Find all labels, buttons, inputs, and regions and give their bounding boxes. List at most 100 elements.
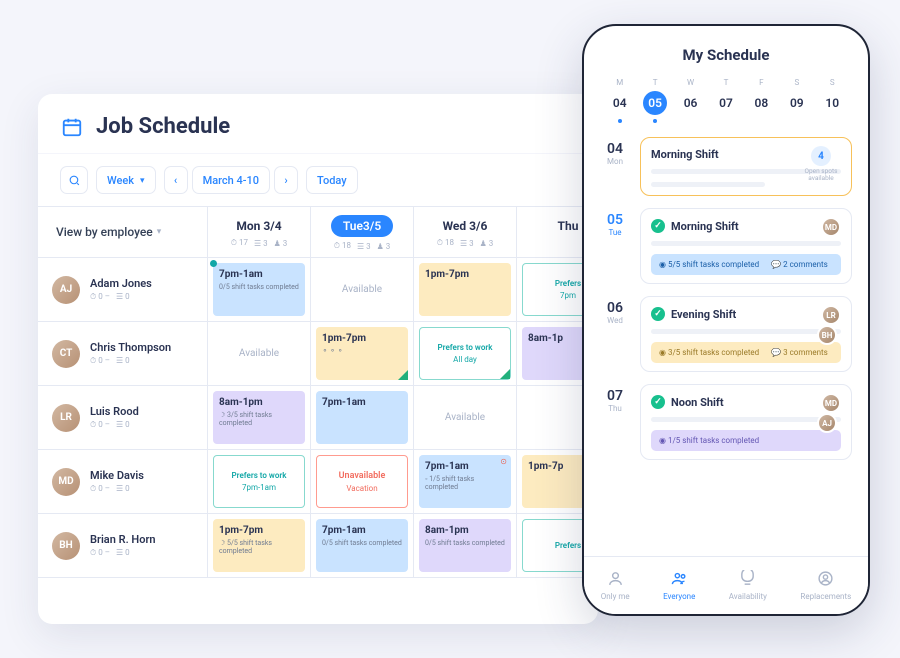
employee-row-header[interactable]: BH Brian R. Horn ⏱ 0 –☰ 0 — [38, 514, 208, 578]
shift-block[interactable]: 1pm-7pm ☽ 5/5 shift tasks completed — [213, 519, 305, 572]
range-mode-select[interactable]: Week ▾ — [96, 166, 156, 194]
toolbar: Week ▾ ‹ March 4-10 › Today — [38, 154, 598, 206]
shift-time: 7pm-1am — [322, 525, 402, 536]
shift-block[interactable]: 8am-1pm 0/5 shift tasks completed — [419, 519, 511, 572]
shift-time: 1pm-7pm — [322, 333, 402, 344]
shift-tasks: 0/5 shift tasks completed — [425, 539, 505, 547]
shift-block[interactable]: 7pm-1am — [316, 391, 408, 444]
chevron-down-icon: ▾ — [140, 176, 145, 186]
employee-stats: ⏱ 0 –☰ 0 — [90, 484, 144, 494]
weekday-letter: W — [687, 78, 694, 87]
unavailable-block[interactable]: Unavailable Vacation — [316, 455, 408, 508]
page-title: Job Schedule — [96, 114, 230, 139]
schedule-cell[interactable]: Unavailable Vacation — [311, 450, 414, 514]
col-header[interactable]: Mon 3/4 ⏱ 17☰ 3♟ 3 — [208, 207, 311, 258]
nav-item-everyone[interactable]: Everyone — [663, 570, 695, 601]
available-slot[interactable]: Available — [316, 263, 408, 316]
employee-row-header[interactable]: AJ Adam Jones ⏱ 0 –☰ 0 — [38, 258, 208, 322]
placeholder-line — [651, 417, 841, 422]
nav-item-only-me[interactable]: Only me — [601, 570, 630, 601]
shift-card[interactable]: ✓ Morning Shift MD ◉ 5/5 shift tasks com… — [640, 208, 852, 284]
shift-time: 1pm-7pm — [219, 525, 299, 536]
shift-block[interactable]: 1pm-7pm — [419, 263, 511, 316]
available-slot[interactable]: Available — [419, 391, 511, 444]
schedule-cell[interactable]: 8am-1pm ☽ 3/5 shift tasks completed — [208, 386, 311, 450]
tasks-completed-label: ◉ 3/5 shift tasks completed — [659, 348, 759, 357]
schedule-cell[interactable]: 1pm-7pm ☽ 5/5 shift tasks completed — [208, 514, 311, 578]
prev-range-button[interactable]: ‹ — [164, 166, 188, 194]
shift-card[interactable]: Morning Shift 4 Open spots available — [640, 137, 852, 196]
weekday-button[interactable]: T 07 — [714, 78, 738, 123]
weekday-button[interactable]: S 09 — [785, 78, 809, 123]
shift-card[interactable]: ✓ Noon Shift MDAJ ◉ 1/5 shift tasks comp… — [640, 384, 852, 460]
schedule-cell[interactable]: 8am-1pm 0/5 shift tasks completed — [414, 514, 517, 578]
status-dot — [210, 260, 217, 267]
shift-card-title: Noon Shift — [671, 396, 724, 409]
shift-card[interactable]: ✓ Evening Shift LRBH ◉ 3/5 shift tasks c… — [640, 296, 852, 372]
range-mode-label: Week — [107, 174, 134, 187]
col-header[interactable]: Wed 3/6 ⏱ 18☰ 3♟ 3 — [414, 207, 517, 258]
avatar: MD — [821, 393, 841, 413]
avatar: LR — [821, 305, 841, 325]
avatar: AJ — [52, 276, 80, 304]
schedule-cell[interactable]: Prefers to work 7pm-1am — [208, 450, 311, 514]
avatar: BH — [817, 325, 837, 345]
schedule-cell[interactable]: ⊙ 7pm-1am ◦ 1/5 shift tasks completed — [414, 450, 517, 514]
available-slot[interactable]: Available — [213, 327, 305, 380]
shift-block[interactable]: 8am-1pm ☽ 3/5 shift tasks completed — [213, 391, 305, 444]
view-by-select[interactable]: View by employee ▾ — [38, 207, 208, 258]
schedule-cell[interactable]: 7pm-1am 0/5 shift tasks completed — [208, 258, 311, 322]
nav-item-replacements[interactable]: Replacements — [800, 570, 851, 601]
schedule-cell[interactable]: 1pm-7pm — [414, 258, 517, 322]
shift-tasks: 0/5 shift tasks completed — [219, 283, 299, 291]
weekday-button[interactable]: T 05 — [643, 78, 667, 123]
employee-row-header[interactable]: MD Mike Davis ⏱ 0 –☰ 0 — [38, 450, 208, 514]
shift-tasks: ☽ 5/5 shift tasks completed — [219, 539, 299, 555]
col-header[interactable]: Tue3/5 ⏱ 18☰ 3♟ 3 — [311, 207, 414, 258]
shift-block[interactable]: 7pm-1am 0/5 shift tasks completed — [213, 263, 305, 316]
schedule-cell[interactable]: Available — [311, 258, 414, 322]
shift-block[interactable]: 1pm-7pm ⚬ ⚬ ⚬ — [316, 327, 408, 380]
schedule-cell[interactable]: Available — [414, 386, 517, 450]
search-button[interactable] — [60, 166, 88, 194]
weekday-number: 09 — [785, 91, 809, 115]
shift-block[interactable]: ⊙ 7pm-1am ◦ 1/5 shift tasks completed — [419, 455, 511, 508]
day-list: 04 Mon Morning Shift 4 Open spots availa… — [600, 137, 852, 460]
employee-name: Chris Thompson — [90, 341, 171, 354]
nav-item-availability[interactable]: Availability — [729, 570, 767, 601]
phone-frame: My Schedule M 04 T 05 W 06 T 07 F 08 S 0… — [582, 24, 870, 616]
schedule-grid: View by employee ▾ Mon 3/4 ⏱ 17☰ 3♟ 3 Tu… — [38, 206, 598, 578]
shift-card-title: Morning Shift — [651, 148, 719, 161]
event-dot — [653, 119, 657, 123]
avatar: LR — [52, 404, 80, 432]
employee-name: Mike Davis — [90, 469, 144, 482]
event-dot — [618, 119, 622, 123]
preference-block[interactable]: Prefers to work 7pm-1am — [213, 455, 305, 508]
shift-time: 8am-1pm — [425, 525, 505, 536]
corner-flag — [398, 370, 408, 380]
only-me-icon — [607, 570, 624, 589]
range-label[interactable]: March 4-10 — [192, 166, 270, 194]
preference-block[interactable]: Prefers to work All day — [419, 327, 511, 380]
today-button[interactable]: Today — [306, 166, 358, 194]
employee-row-header[interactable]: LR Luis Rood ⏱ 0 –☰ 0 — [38, 386, 208, 450]
schedule-cell[interactable]: 7pm-1am 0/5 shift tasks completed — [311, 514, 414, 578]
weekday-button[interactable]: F 08 — [749, 78, 773, 123]
weekday-button[interactable]: S 10 — [820, 78, 844, 123]
employee-row-header[interactable]: CT Chris Thompson ⏱ 0 –☰ 0 — [38, 322, 208, 386]
weekday-button[interactable]: W 06 — [679, 78, 703, 123]
next-range-button[interactable]: › — [274, 166, 298, 194]
weekday-number: 07 — [714, 91, 738, 115]
schedule-cell[interactable]: 1pm-7pm ⚬ ⚬ ⚬ — [311, 322, 414, 386]
bottom-nav: Only me Everyone Availability Replacemen… — [584, 556, 868, 614]
schedule-cell[interactable]: 7pm-1am — [311, 386, 414, 450]
schedule-cell[interactable]: Available — [208, 322, 311, 386]
shift-block[interactable]: 7pm-1am 0/5 shift tasks completed — [316, 519, 408, 572]
schedule-cell[interactable]: Prefers to work All day — [414, 322, 517, 386]
weekday-button[interactable]: M 04 — [608, 78, 632, 123]
day-row: 06 Wed ✓ Evening Shift LRBH ◉ 3/5 shift … — [600, 296, 852, 372]
weekday-number: 06 — [679, 91, 703, 115]
assignee-avatars: MDAJ — [821, 393, 841, 433]
shift-time: 7pm-1am — [425, 461, 505, 472]
weekday-number: 05 — [643, 91, 667, 115]
